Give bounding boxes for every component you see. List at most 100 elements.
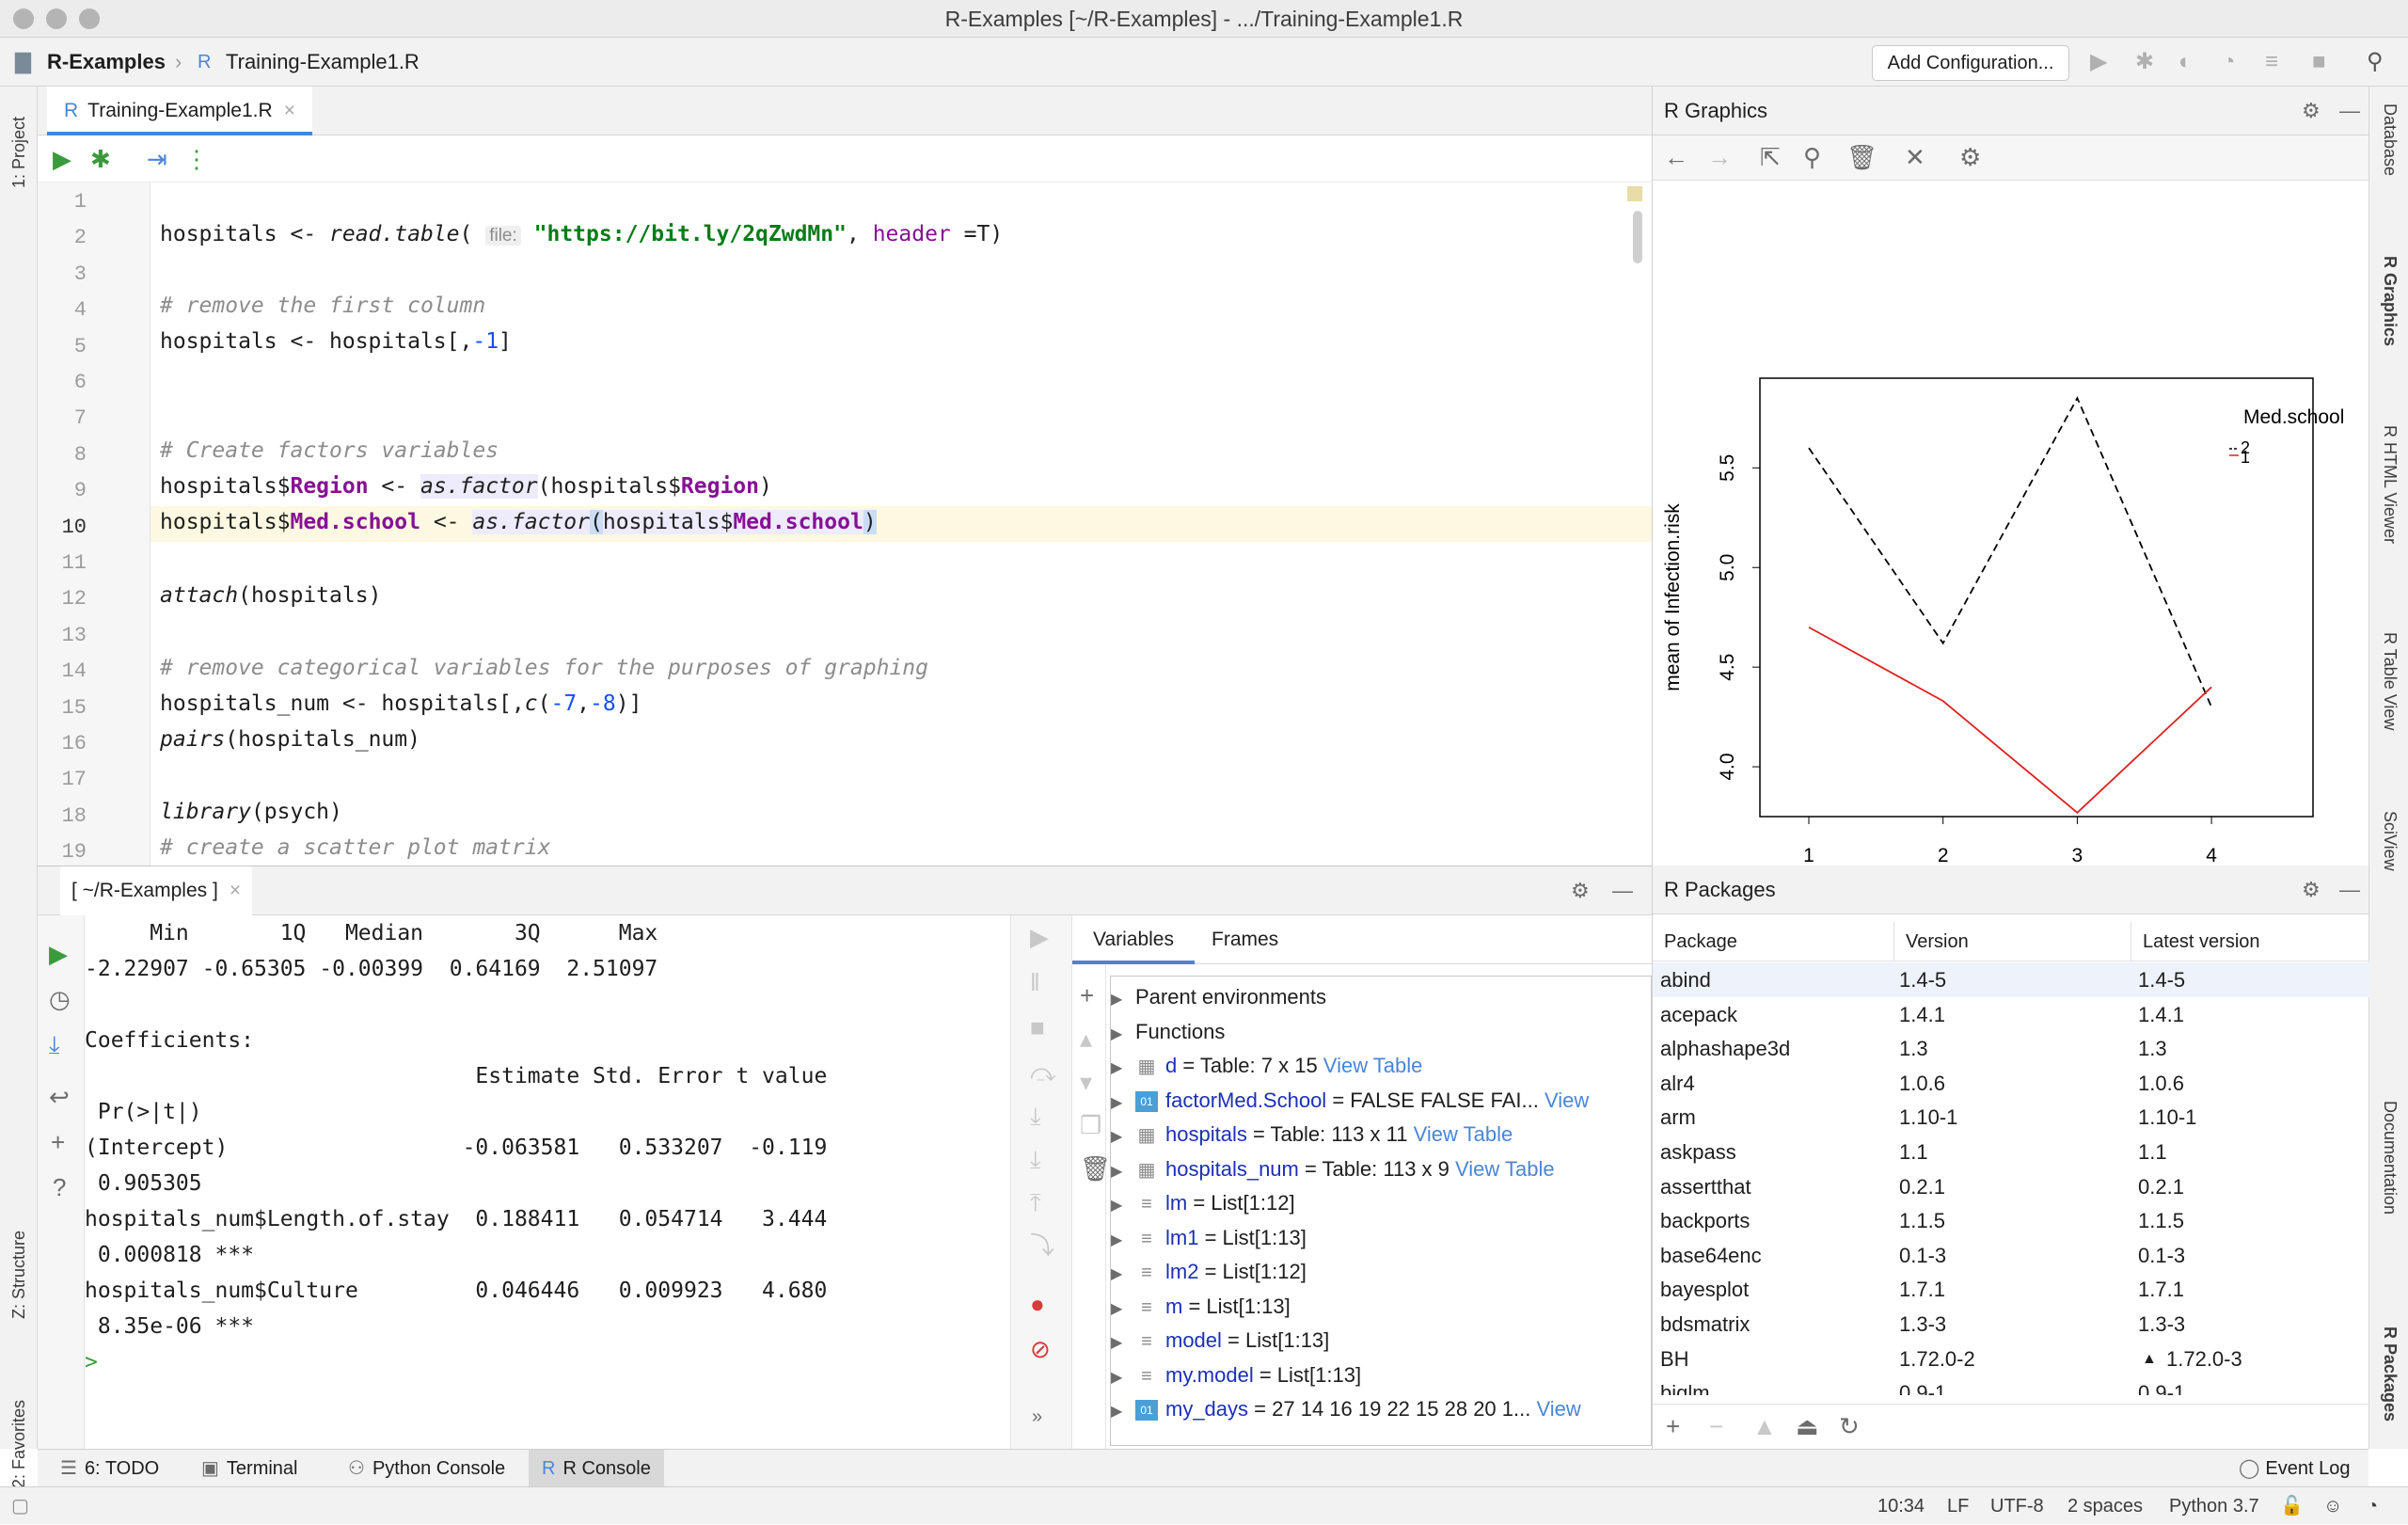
sciview-tool-button[interactable]: SciView [2380,811,2400,871]
package-row[interactable]: biglm 0.9-1 0.9-1 [1653,1375,2369,1395]
console-output[interactable]: Min 1Q Median 3Q Max -2.22907 -0.65305 -… [85,915,1010,1450]
close-tab-icon[interactable]: × [230,880,241,901]
help-icon[interactable]: ? [53,1175,66,1199]
gear-icon[interactable]: ⚙ [1571,866,1590,915]
settings-icon[interactable]: ⚙ [1959,145,1981,169]
move-down-icon[interactable]: ▾ [1080,1070,1092,1094]
gear-icon[interactable]: ⚙ [2302,87,2321,135]
lock-icon[interactable]: 🔓 [2280,1487,2304,1525]
expand-arrow-icon[interactable]: ▶ [1111,1087,1135,1118]
minimize-icon[interactable]: — [2339,866,2360,914]
tool-windows-icon[interactable]: ▢ [11,1487,29,1525]
minimize-window-button[interactable] [46,8,67,29]
view-link[interactable]: View [1545,1088,1589,1112]
console-tab[interactable]: [ ~/R-Examples ] × [60,866,253,915]
expand-arrow-icon[interactable]: ▶ [1111,1258,1135,1289]
terminal-tab[interactable]: ▣ Terminal [188,1450,310,1487]
add-icon[interactable]: + [51,1130,65,1154]
variable-row[interactable]: ▶ ≡ my.model = List[1:13] [1111,1358,1656,1392]
documentation-tool-button[interactable]: Documentation [2380,1101,2400,1215]
soft-wrap-icon[interactable]: ↩ [49,1085,70,1109]
step-out-icon[interactable]: ⤒ [1030,1190,1041,1215]
package-row[interactable]: abind 1.4-5 1.4-5 [1653,962,2369,997]
export-icon[interactable]: ⇱ [1760,145,1781,169]
force-step-into-icon[interactable]: ⤓ [1030,1147,1041,1171]
build-icon[interactable]: ≡ [2265,51,2278,73]
package-row[interactable]: backports 1.1.5 1.1.5 [1653,1203,2369,1238]
variable-row[interactable]: ▶ ▦ hospitals = Table: 113 x 11 View Table [1111,1118,1656,1152]
view-link[interactable]: View [1536,1397,1580,1421]
line-separator[interactable]: LF [1947,1487,1969,1525]
package-row[interactable]: bayesplot 1.7.1 1.7.1 [1653,1272,2369,1307]
indent-setting[interactable]: 2 spaces [2067,1487,2143,1525]
profile-icon[interactable]: ◔ [2222,51,2236,73]
database-tool-button[interactable]: Database [2380,103,2400,176]
variable-row[interactable]: ▶ ≡ lm1 = List[1:13] [1111,1221,1656,1255]
code-editor[interactable]: hospitals <- read.table( file: "https://… [150,183,1652,866]
console-prompt[interactable]: > [85,1344,98,1380]
breadcrumb-file[interactable]: Training-Example1.R [226,38,420,87]
add-configuration-button[interactable]: Add Configuration... [1872,45,2069,81]
minimize-icon[interactable]: — [1612,866,1633,915]
copy-icon[interactable]: ❐ [1080,1113,1101,1137]
upgrade-available-icon[interactable]: ▲ [2142,1342,2157,1376]
search-icon[interactable]: ⚲ [2367,51,2384,73]
install-package-icon[interactable]: + [1666,1414,1680,1438]
structure-tool-button[interactable]: Z: Structure [9,1231,29,1319]
debug-selection-icon[interactable]: ⋮ [184,147,209,171]
back-arrow-icon[interactable]: ← [1664,145,1688,169]
expand-arrow-icon[interactable]: ▶ [1111,1395,1135,1426]
more-icon[interactable]: » [1032,1405,1042,1429]
zoom-icon[interactable]: ⚲ [1803,145,1821,169]
package-row[interactable]: acepack 1.4.1 1.4.1 [1653,997,2369,1032]
variable-row[interactable]: ▶ ≡ model = List[1:13] [1111,1324,1656,1358]
gear-icon[interactable]: ⚙ [2302,866,2321,914]
package-row[interactable]: bdsmatrix 1.3-3 1.3-3 [1653,1307,2369,1342]
view-link[interactable]: View Table [1414,1122,1513,1146]
refresh-icon[interactable]: ↻ [1839,1414,1860,1438]
package-row[interactable]: arm 1.10-1 1.10-1 [1653,1100,2369,1135]
r-console-tab[interactable]: R R Console [529,1450,664,1487]
expand-arrow-icon[interactable]: ▶ [1111,1052,1135,1083]
minimize-icon[interactable]: — [2339,87,2360,135]
history-icon[interactable]: ◷ [49,987,71,1011]
notifications-icon[interactable]: ◔ [2367,1487,2378,1525]
upgrade-package-icon[interactable]: ▲ [1752,1414,1777,1438]
package-row[interactable]: BH 1.72.0-2 ▲ 1.72.0-3 [1653,1342,2369,1376]
inspector-icon[interactable]: ☺ [2323,1487,2342,1525]
variable-row[interactable]: ▶ ▦ hospitals_num = Table: 113 x 9 View Ta… [1111,1152,1656,1186]
file-encoding[interactable]: UTF-8 [1990,1487,2044,1525]
package-row[interactable]: askpass 1.1 1.1 [1653,1135,2369,1169]
expand-arrow-icon[interactable]: ▶ [1111,1224,1135,1255]
variable-row[interactable]: ▶ Functions [1111,1015,1656,1049]
variable-row[interactable]: ▶ ≡ m = List[1:13] [1111,1290,1656,1324]
trash-icon[interactable]: 🗑 [1846,145,1877,169]
clear-all-icon[interactable]: ✕ [1905,145,1925,169]
move-up-icon[interactable]: ▴ [1080,1026,1092,1051]
r-html-viewer-tool-button[interactable]: R HTML Viewer [2380,425,2400,544]
coverage-icon[interactable]: ◐ [2178,51,2193,73]
stop-icon[interactable]: ■ [2312,51,2326,73]
tab-variables[interactable]: Variables [1072,915,1195,964]
view-breakpoints-icon[interactable]: ● [1030,1292,1045,1316]
caret-position[interactable]: 10:34 [1877,1487,1925,1525]
favorites-tool-button[interactable]: 2: Favorites [9,1400,29,1488]
editor-scrollbar[interactable] [1633,211,1642,263]
debug-file-icon[interactable]: ✱ [90,147,111,171]
upgrade-all-icon[interactable]: ⏏ [1796,1414,1819,1438]
tab-training-example1[interactable]: R Training-Example1.R × [47,87,312,135]
package-row[interactable]: alr4 1.0.6 1.0.6 [1653,1066,2369,1101]
debug-icon[interactable]: ✱ [2135,51,2154,73]
expand-arrow-icon[interactable]: ▶ [1111,1361,1135,1392]
run-selection-icon[interactable]: ⇥ [147,147,167,171]
rerun-icon[interactable]: ▶ [49,942,68,966]
python-console-tab[interactable]: ⚇ Python Console [335,1450,518,1487]
expand-arrow-icon[interactable]: ▶ [1111,1189,1135,1220]
variable-row[interactable]: ▶ 01 my_days = 27 14 16 19 22 15 28 20 1..… [1111,1392,1656,1426]
variable-row[interactable]: ▶ 01 factorMed.School = FALSE FALSE FAI...… [1111,1084,1656,1118]
add-watch-icon[interactable]: + [1080,983,1094,1008]
zoom-window-button[interactable] [79,8,100,29]
delete-icon[interactable]: 🗑 [1080,1156,1111,1181]
column-header-version[interactable]: Version [1893,922,1969,961]
view-link[interactable]: View Table [1455,1157,1555,1181]
